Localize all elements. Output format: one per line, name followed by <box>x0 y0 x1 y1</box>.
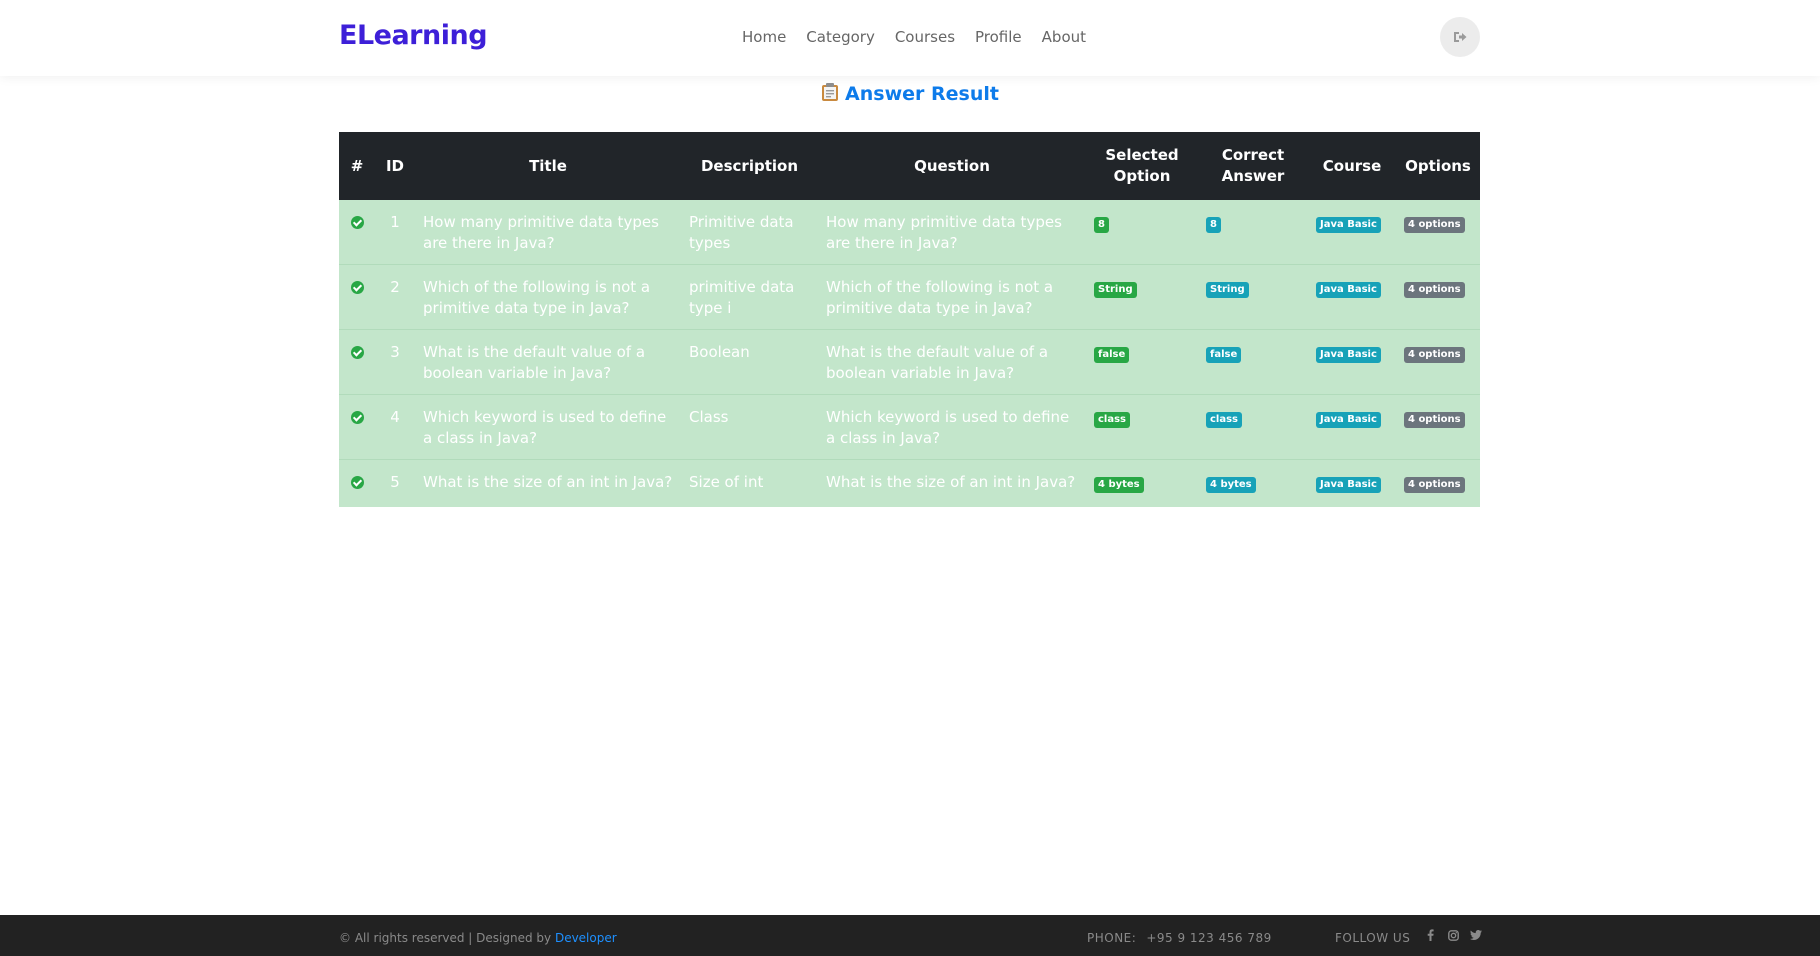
correct-answer-badge: false <box>1206 347 1242 363</box>
header-options: Options <box>1396 132 1480 200</box>
row-description: Boolean <box>681 329 818 395</box>
developer-link[interactable]: Developer <box>555 931 617 945</box>
selected-option-badge: 8 <box>1094 217 1109 233</box>
twitter-icon[interactable] <box>1470 928 1482 942</box>
table-row: 5 What is the size of an int in Java? Si… <box>339 459 1480 507</box>
correct-answer-badge: class <box>1206 412 1243 428</box>
options-badge: 4 options <box>1404 412 1465 428</box>
copyright-text: © All rights reserved | Designed by <box>339 931 555 945</box>
course-badge: Java Basic <box>1316 282 1381 298</box>
table-row: 4 Which keyword is used to define a clas… <box>339 394 1480 460</box>
navbar: ELearning Home Category Courses Profile … <box>0 0 1820 76</box>
phone-label: PHONE: <box>1087 931 1137 945</box>
row-description: Class <box>681 394 818 460</box>
footer-copyright: © All rights reserved | Designed by Deve… <box>339 931 617 945</box>
options-badge: 4 options <box>1404 477 1465 493</box>
header-selected-option: Selected Option <box>1086 132 1198 200</box>
check-circle-icon <box>350 281 364 294</box>
clipboard-icon <box>821 82 839 107</box>
correct-answer-badge: String <box>1206 282 1249 298</box>
selected-option-badge: 4 bytes <box>1094 477 1144 493</box>
table-row: 2 Which of the following is not a primit… <box>339 264 1480 330</box>
table-row: 1 How many primitive data types are ther… <box>339 200 1480 265</box>
header-index: # <box>339 132 375 200</box>
follow-us-label: FOLLOW US <box>1335 931 1411 945</box>
page-title-text: Answer Result <box>845 83 999 105</box>
row-description: Size of int <box>681 459 818 507</box>
brand-logo[interactable]: ELearning <box>339 20 488 51</box>
row-id: 1 <box>375 200 415 265</box>
options-badge: 4 options <box>1404 282 1465 298</box>
sign-out-icon <box>1454 32 1467 42</box>
phone-number: +95 9 123 456 789 <box>1146 931 1272 945</box>
row-question: How many primitive data types are there … <box>818 200 1086 265</box>
nav-courses[interactable]: Courses <box>895 28 955 46</box>
row-title: What is the default value of a boolean v… <box>415 329 681 395</box>
course-badge: Java Basic <box>1316 217 1381 233</box>
course-badge: Java Basic <box>1316 347 1381 363</box>
options-badge: 4 options <box>1404 217 1465 233</box>
row-id: 3 <box>375 329 415 395</box>
header-question: Question <box>818 132 1086 200</box>
correct-answer-badge: 4 bytes <box>1206 477 1256 493</box>
row-id: 4 <box>375 394 415 460</box>
row-title: Which keyword is used to define a class … <box>415 394 681 460</box>
row-description: Primitive data types <box>681 200 818 265</box>
answer-result-table: # ID Title Description Question Selected… <box>339 132 1480 507</box>
row-id: 5 <box>375 459 415 507</box>
selected-option-badge: class <box>1094 412 1131 428</box>
page-title: Answer Result <box>0 82 1820 107</box>
nav-home[interactable]: Home <box>742 28 786 46</box>
nav-about[interactable]: About <box>1042 28 1086 46</box>
social-links <box>1424 928 1482 942</box>
check-circle-icon <box>350 411 364 424</box>
nav-category[interactable]: Category <box>806 28 875 46</box>
header-description: Description <box>681 132 818 200</box>
table-row: 3 What is the default value of a boolean… <box>339 329 1480 395</box>
check-circle-icon <box>350 346 364 359</box>
selected-option-badge: false <box>1094 347 1130 363</box>
row-description: primitive data type i <box>681 264 818 330</box>
row-question: Which of the following is not a primitiv… <box>818 264 1086 330</box>
selected-option-badge: String <box>1094 282 1137 298</box>
course-badge: Java Basic <box>1316 477 1381 493</box>
correct-answer-badge: 8 <box>1206 217 1221 233</box>
instagram-icon[interactable] <box>1447 928 1459 942</box>
row-title: What is the size of an int in Java? <box>415 459 681 507</box>
course-badge: Java Basic <box>1316 412 1381 428</box>
logout-button[interactable] <box>1440 17 1480 57</box>
header-id: ID <box>375 132 415 200</box>
check-circle-icon <box>350 476 364 489</box>
nav-profile[interactable]: Profile <box>975 28 1022 46</box>
row-question: What is the size of an int in Java? <box>818 459 1086 507</box>
header-title: Title <box>415 132 681 200</box>
row-question: Which keyword is used to define a class … <box>818 394 1086 460</box>
options-badge: 4 options <box>1404 347 1465 363</box>
check-circle-icon <box>350 216 364 229</box>
header-correct-answer: Correct Answer <box>1198 132 1308 200</box>
main-nav: Home Category Courses Profile About <box>742 28 1086 46</box>
table-header-row: # ID Title Description Question Selected… <box>339 132 1480 200</box>
header-course: Course <box>1308 132 1396 200</box>
facebook-icon[interactable] <box>1424 928 1436 942</box>
row-question: What is the default value of a boolean v… <box>818 329 1086 395</box>
row-title: Which of the following is not a primitiv… <box>415 264 681 330</box>
footer-phone: PHONE: +95 9 123 456 789 <box>1087 931 1272 945</box>
footer: © All rights reserved | Designed by Deve… <box>0 915 1820 956</box>
row-id: 2 <box>375 264 415 330</box>
row-title: How many primitive data types are there … <box>415 200 681 265</box>
